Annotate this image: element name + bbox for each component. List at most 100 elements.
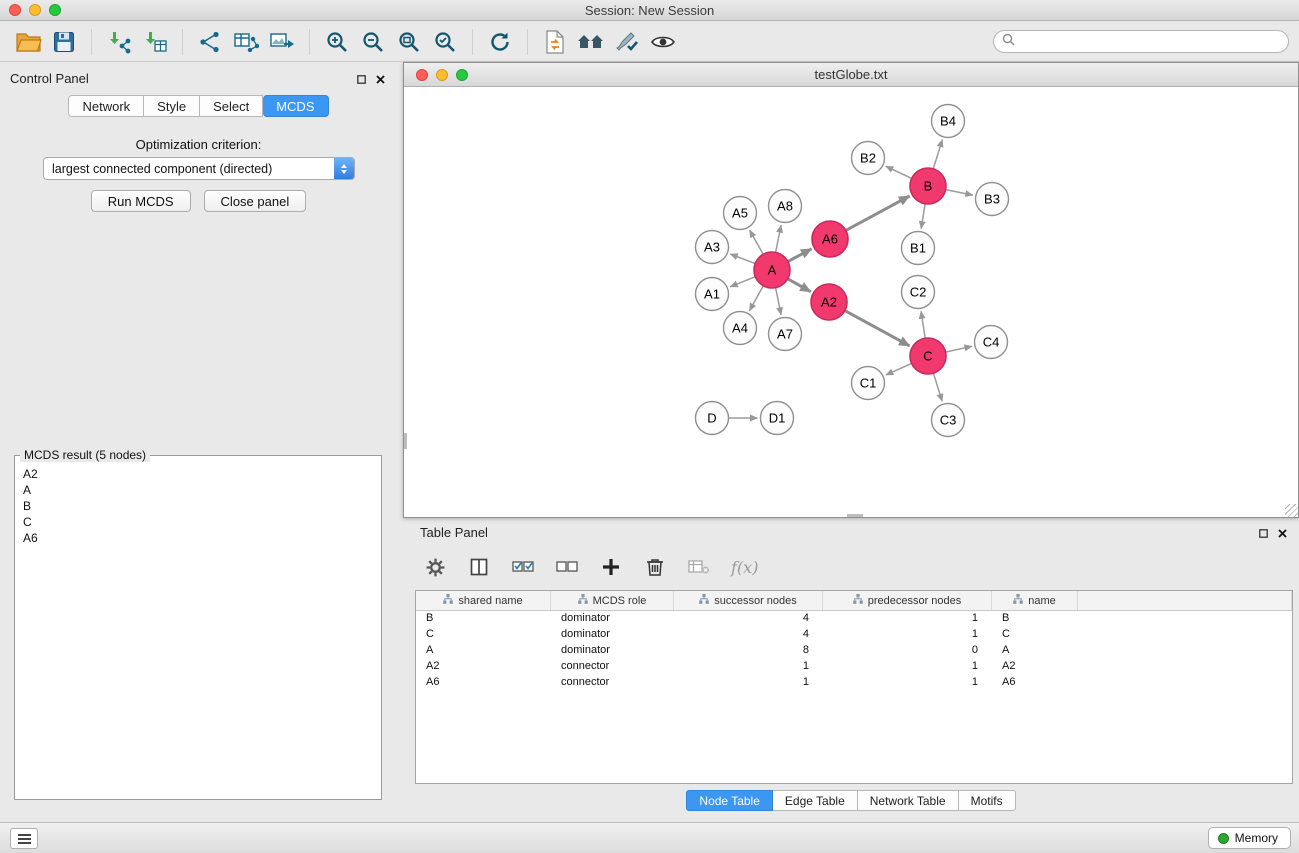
open-session-icon[interactable] [10, 25, 46, 59]
graph-node-A4[interactable]: A4 [724, 312, 757, 345]
table-row[interactable]: A2connector11A2 [416, 659, 1292, 675]
network-zoom-button[interactable] [456, 69, 468, 81]
close-panel-icon[interactable] [376, 71, 385, 89]
graph-node-A8[interactable]: A8 [769, 190, 802, 223]
float-panel-icon[interactable] [357, 71, 366, 89]
column-header-name[interactable]: name [992, 591, 1078, 610]
close-window-button[interactable] [9, 4, 21, 16]
graph-edge-C-C2[interactable] [921, 311, 925, 338]
tab-node-table[interactable]: Node Table [686, 790, 773, 811]
graph-node-A2[interactable]: A2 [811, 284, 847, 320]
new-network-icon[interactable] [192, 25, 228, 59]
network-graph[interactable]: B4B2BB3A5A8A6A3B1AC2A1A2A4A7C4CC1DD1C3 [404, 87, 1298, 517]
resize-corner[interactable] [1285, 504, 1298, 517]
float-panel-icon[interactable] [1259, 525, 1268, 543]
graph-edge-C-C3[interactable] [933, 373, 942, 401]
column-header-successor-nodes[interactable]: successor nodes [674, 591, 823, 610]
network-close-button[interactable] [416, 69, 428, 81]
graph-node-A[interactable]: A [754, 252, 790, 288]
graph-node-C[interactable]: C [910, 338, 946, 374]
optimization-criterion-dropdown[interactable]: largest connected component (directed) [43, 157, 355, 180]
graph-node-A1[interactable]: A1 [696, 278, 729, 311]
graph-edge-A-A4[interactable] [749, 286, 763, 311]
apply-style-icon[interactable] [609, 25, 645, 59]
graph-edge-A-A8[interactable] [776, 225, 782, 252]
zoom-in-icon[interactable] [319, 25, 355, 59]
network-canvas[interactable]: B4B2BB3A5A8A6A3B1AC2A1A2A4A7C4CC1DD1C3 [404, 87, 1298, 517]
tab-mcds[interactable]: MCDS [263, 95, 328, 117]
graph-edge-A-A2[interactable] [788, 279, 811, 292]
tab-select[interactable]: Select [200, 95, 263, 117]
deselect-all-columns-icon[interactable] [555, 553, 579, 581]
graph-edge-B-B2[interactable] [886, 166, 912, 178]
graph-edge-A-A7[interactable] [776, 288, 782, 315]
delete-column-trash-icon[interactable] [643, 553, 667, 581]
column-header-MCDS-role[interactable]: MCDS role [551, 591, 674, 610]
show-columns-icon[interactable] [467, 553, 491, 581]
tab-style[interactable]: Style [144, 95, 200, 117]
graph-edge-A-A1[interactable] [730, 277, 755, 287]
mcds-result-list[interactable]: A2ABCA6 [18, 466, 378, 796]
export-image-icon[interactable] [264, 25, 300, 59]
graph-edge-A6-B[interactable] [846, 196, 910, 230]
graph-edge-A-A5[interactable] [750, 230, 764, 254]
graph-edge-C-C4[interactable] [946, 346, 972, 352]
mcds-result-item[interactable]: A [18, 482, 378, 498]
mcds-result-item[interactable]: A6 [18, 530, 378, 546]
search-field[interactable] [993, 30, 1289, 53]
network-minimize-button[interactable] [436, 69, 448, 81]
home-icon[interactable] [573, 25, 609, 59]
tab-motifs[interactable]: Motifs [959, 790, 1016, 811]
select-all-columns-icon[interactable] [511, 553, 535, 581]
zoom-window-button[interactable] [49, 4, 61, 16]
close-panel-button[interactable]: Close panel [204, 190, 307, 212]
refresh-icon[interactable] [482, 25, 518, 59]
graph-node-C2[interactable]: C2 [902, 276, 935, 309]
graph-edge-A-A6[interactable] [788, 249, 812, 262]
graph-edge-B-B4[interactable] [933, 140, 942, 169]
graph-edge-A-A3[interactable] [730, 254, 755, 264]
graph-edge-B-B1[interactable] [921, 204, 925, 229]
zoom-fit-icon[interactable] [391, 25, 427, 59]
import-table-file-icon[interactable] [137, 25, 173, 59]
graph-node-B2[interactable]: B2 [852, 142, 885, 175]
tab-edge-table[interactable]: Edge Table [773, 790, 858, 811]
close-panel-icon[interactable] [1278, 525, 1287, 543]
graph-node-B[interactable]: B [910, 168, 946, 204]
graph-node-D1[interactable]: D1 [761, 402, 794, 435]
open-doc-icon[interactable] [537, 25, 573, 59]
panel-menu-button[interactable] [10, 828, 38, 849]
graph-node-C4[interactable]: C4 [975, 326, 1008, 359]
new-table-icon[interactable] [228, 25, 264, 59]
graph-node-C1[interactable]: C1 [852, 367, 885, 400]
table-row[interactable]: Bdominator41B [416, 611, 1292, 627]
graph-node-A7[interactable]: A7 [769, 318, 802, 351]
network-window-titlebar[interactable]: testGlobe.txt [404, 63, 1298, 87]
column-header-predecessor-nodes[interactable]: predecessor nodes [823, 591, 992, 610]
graph-edge-A2-C[interactable] [845, 311, 910, 346]
mcds-result-item[interactable]: C [18, 514, 378, 530]
add-column-icon[interactable] [599, 553, 623, 581]
graph-node-B3[interactable]: B3 [976, 183, 1009, 216]
import-network-file-icon[interactable] [101, 25, 137, 59]
graph-node-D[interactable]: D [696, 402, 729, 435]
save-session-icon[interactable] [46, 25, 82, 59]
zoom-selected-icon[interactable] [427, 25, 463, 59]
graph-node-B4[interactable]: B4 [932, 105, 965, 138]
mcds-result-item[interactable]: A2 [18, 466, 378, 482]
graph-edge-B-B3[interactable] [946, 190, 973, 196]
scrollbar-marker[interactable] [847, 514, 863, 517]
table-settings-gear-icon[interactable] [423, 553, 447, 581]
column-header-shared-name[interactable]: shared name [416, 591, 551, 610]
table-row[interactable]: Adominator80A [416, 643, 1292, 659]
graph-node-B1[interactable]: B1 [902, 232, 935, 265]
tab-network-table[interactable]: Network Table [858, 790, 959, 811]
graph-edge-C-C1[interactable] [886, 363, 912, 375]
minimize-window-button[interactable] [29, 4, 41, 16]
table-row[interactable]: A6connector11A6 [416, 675, 1292, 691]
zoom-out-icon[interactable] [355, 25, 391, 59]
run-mcds-button[interactable]: Run MCDS [91, 190, 191, 212]
tab-network[interactable]: Network [68, 95, 144, 117]
graph-node-A5[interactable]: A5 [724, 197, 757, 230]
memory-button[interactable]: Memory [1208, 827, 1291, 849]
